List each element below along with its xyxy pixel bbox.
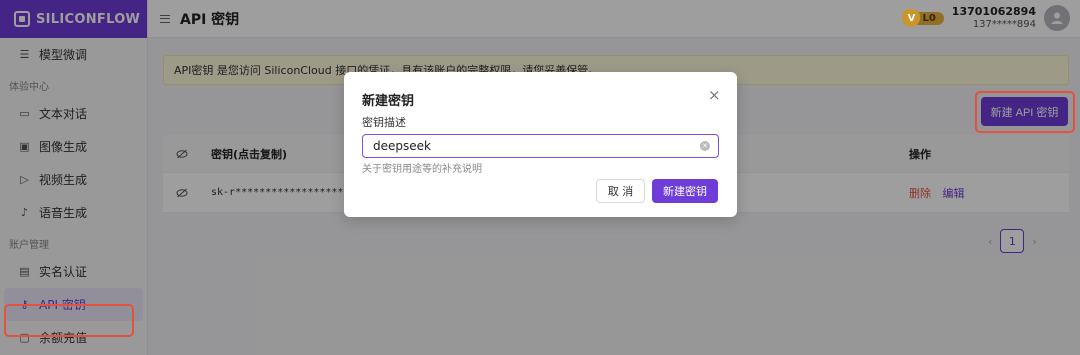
description-hint: 关于密钥用途等的补充说明 — [362, 164, 482, 175]
close-icon[interactable]: × — [708, 86, 721, 104]
dialog-title: 新建密钥 — [362, 94, 415, 109]
description-label: 密钥描述 — [362, 116, 406, 129]
highlight-box — [975, 91, 1075, 133]
description-input[interactable] — [362, 134, 719, 158]
create-key-button[interactable]: 新建密钥 — [652, 179, 718, 203]
new-key-dialog: 新建密钥 × 密钥描述 ✕ 关于密钥用途等的补充说明 取 消 新建密钥 — [344, 72, 737, 217]
cancel-button[interactable]: 取 消 — [596, 179, 645, 203]
highlight-box — [4, 304, 134, 337]
clear-icon[interactable]: ✕ — [700, 141, 710, 151]
